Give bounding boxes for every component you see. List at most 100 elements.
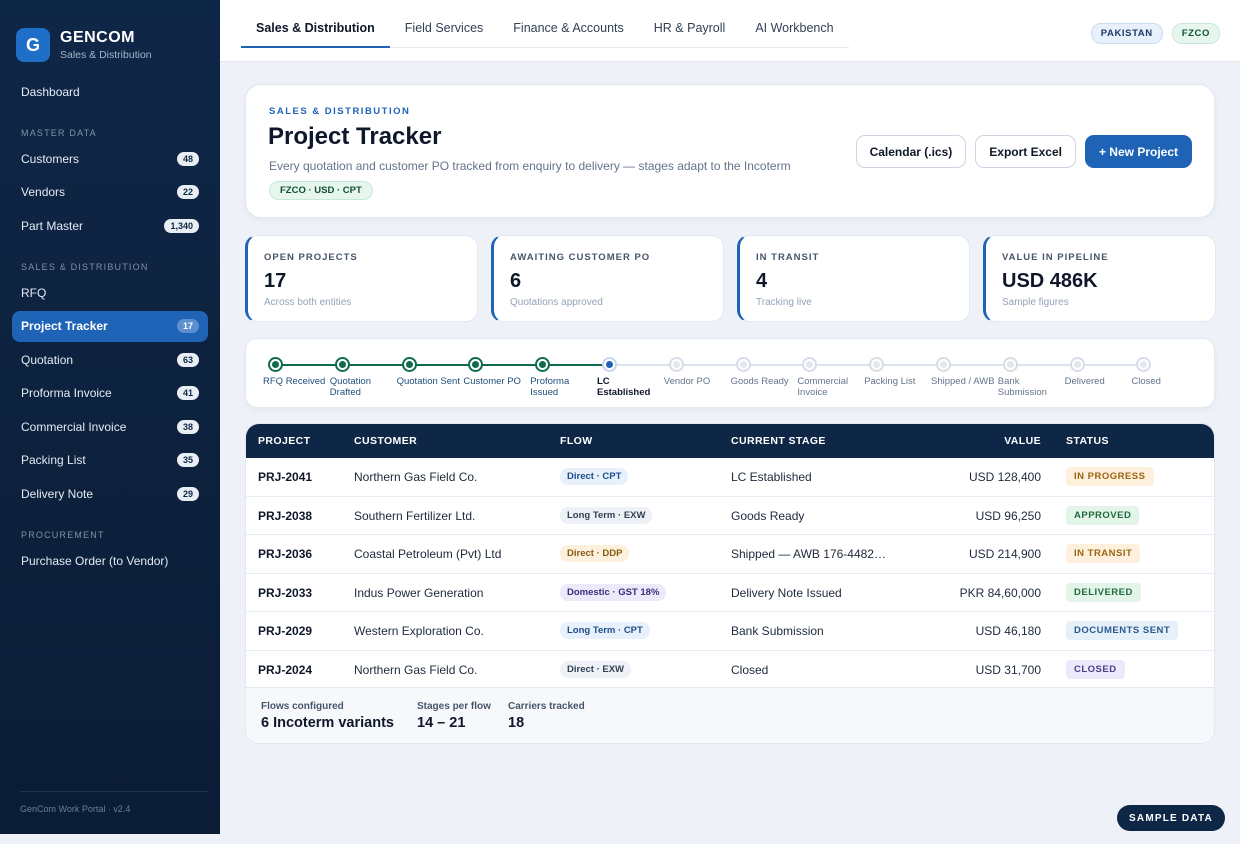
stage-label: Delivered xyxy=(1064,376,1105,387)
kpi-label: VALUE IN PIPELINE xyxy=(1002,252,1109,263)
project-id[interactable]: PRJ-2036 xyxy=(258,547,312,561)
brand-title: GENCOM xyxy=(60,29,135,46)
project-id[interactable]: PRJ-2033 xyxy=(258,586,312,600)
count-badge: 63 xyxy=(176,352,199,367)
kpi-card: VALUE IN PIPELINE USD 486K Sample figures xyxy=(983,235,1216,322)
sidebar-item-dashboard[interactable]: Dashboard xyxy=(12,76,208,107)
sidebar-item-label: RFQ xyxy=(21,285,47,300)
sidebar-section-title: PROCUREMENT xyxy=(21,530,105,540)
table-row[interactable]: PRJ-2038 Southern Fertilizer Ltd. Long Ter… xyxy=(246,497,1214,535)
sidebar-footer: GenCom Work Portal · v2.4 xyxy=(20,791,208,814)
stage-connector xyxy=(481,364,538,366)
project-id[interactable]: PRJ-2029 xyxy=(258,624,312,638)
stage-dot xyxy=(468,357,484,372)
top-bar: Sales & Distribution Field Services Financ… xyxy=(220,0,1240,62)
calendar-button[interactable]: Calendar (.ics) xyxy=(855,135,967,168)
count-badge: 35 xyxy=(176,453,199,467)
status-badge: CLOSED xyxy=(1066,659,1125,679)
stage-dot xyxy=(1136,357,1152,372)
stage-connector xyxy=(281,364,337,366)
stage-label: Customer PO xyxy=(463,376,521,387)
tab-field-services[interactable]: Field Services xyxy=(390,10,499,47)
project-value: USD 31,700 xyxy=(975,662,1041,677)
new-project-button[interactable]: + New Project xyxy=(1084,135,1192,168)
flow-chip: Direct · DDP xyxy=(560,545,630,562)
sidebar-item-part-master[interactable]: Part Master 1,340 xyxy=(12,210,208,241)
projects-table: PROJECT CUSTOMER FLOW CURRENT STAGE VALUE STA… xyxy=(245,423,1215,744)
stage-label: RFQ Received xyxy=(263,376,326,387)
sidebar-item-purchase-order-to-vendor[interactable]: Purchase Order (to Vendor) xyxy=(12,545,208,576)
sidebar-item-customers[interactable]: Customers 48 xyxy=(12,143,208,174)
count-badge: 1,340 xyxy=(164,218,199,233)
flow-chip: Direct · EXW xyxy=(560,660,632,678)
stage-dot xyxy=(535,357,551,372)
sidebar-nav: Dashboard MASTER DATA Customers 48 Vendors 2… xyxy=(12,76,208,579)
summary-item: Carriers tracked 18 xyxy=(508,701,585,731)
sidebar-item-project-tracker[interactable]: Project Tracker 17 xyxy=(12,310,208,342)
column-header-current-stage[interactable]: CURRENT STAGE xyxy=(731,435,826,447)
kpi-value: 6 xyxy=(510,270,522,292)
current-stage: LC Established xyxy=(731,470,812,484)
stage-stepper-card: RFQ Received Quotation Drafted Quotation S… xyxy=(245,338,1215,408)
kpi-label: IN TRANSIT xyxy=(756,252,820,263)
stage-dot xyxy=(735,357,751,372)
column-header-status[interactable]: STATUS xyxy=(1066,435,1109,447)
column-header-flow[interactable]: FLOW xyxy=(560,435,593,447)
region-badge[interactable]: PAKISTAN xyxy=(1090,23,1163,44)
brand[interactable]: G GENCOM Sales & Distribution xyxy=(0,0,220,70)
tab-sales-distribution[interactable]: Sales & Distribution xyxy=(241,10,390,48)
stage-label: Quotation Drafted xyxy=(329,376,371,398)
column-header-value[interactable]: VALUE xyxy=(1004,435,1041,447)
tab-finance-accounts[interactable]: Finance & Accounts xyxy=(498,10,638,47)
sidebar-item-delivery-note[interactable]: Delivery Note 29 xyxy=(12,478,208,509)
column-header-customer[interactable]: CUSTOMER xyxy=(354,435,417,447)
kpi-card: OPEN PROJECTS 17 Across both entities xyxy=(245,235,478,322)
count-badge: 38 xyxy=(176,419,199,434)
project-id[interactable]: PRJ-2041 xyxy=(258,470,312,484)
stage-label: Packing List xyxy=(864,376,916,387)
stage-dot xyxy=(1069,357,1085,372)
module-tabs: Sales & Distribution Field Services Financ… xyxy=(241,10,849,48)
stage-label: Bank Submission xyxy=(997,376,1047,398)
export-excel-button[interactable]: Export Excel xyxy=(975,135,1076,168)
sidebar-item-quotation[interactable]: Quotation 63 xyxy=(12,344,208,375)
sidebar-item-vendors[interactable]: Vendors 22 xyxy=(12,177,208,208)
column-header-project[interactable]: PROJECT xyxy=(258,435,310,447)
customer-name: Indus Power Generation xyxy=(354,585,484,600)
table-row[interactable]: PRJ-2024 Northern Gas Field Co. Direct · E… xyxy=(246,651,1214,689)
table-row[interactable]: PRJ-2041 Northern Gas Field Co. Direct · C… xyxy=(246,458,1214,497)
sidebar-item-packing-list[interactable]: Packing List 35 xyxy=(12,445,208,476)
stage-dot xyxy=(668,357,684,372)
summary-value: 6 Incoterm variants xyxy=(261,715,394,731)
table-row[interactable]: PRJ-2029 Western Exploration Co. Long Term… xyxy=(246,612,1214,651)
project-id[interactable]: PRJ-2024 xyxy=(258,663,312,677)
tab-hr-payroll[interactable]: HR & Payroll xyxy=(639,10,741,47)
stage-dot xyxy=(802,357,818,372)
summary-item: Flows configured 6 Incoterm variants xyxy=(261,701,394,731)
sidebar-item-rfq[interactable]: RFQ xyxy=(12,277,208,308)
sidebar-item-label: Proforma Invoice xyxy=(21,386,112,400)
summary-value: 18 xyxy=(508,715,525,731)
table-row[interactable]: PRJ-2036 Coastal Petroleum (Pvt) Ltd Direc… xyxy=(246,535,1214,574)
customer-name: Southern Fertilizer Ltd. xyxy=(354,508,476,523)
sidebar-item-label: Part Master xyxy=(21,218,84,233)
tab-ai-workbench[interactable]: AI Workbench xyxy=(740,10,848,47)
stage-connector xyxy=(1082,364,1139,366)
sidebar-item-commercial-invoice[interactable]: Commercial Invoice 38 xyxy=(12,411,208,442)
summary-value: 14 – 21 xyxy=(417,715,466,731)
stage-connector xyxy=(347,364,404,366)
sample-data-button[interactable]: SAMPLE DATA xyxy=(1117,805,1225,831)
stage-label: Goods Ready xyxy=(730,376,789,387)
entity-badge[interactable]: FZCO xyxy=(1171,23,1220,44)
table-summary: Flows configured 6 Incoterm variants Stage… xyxy=(246,687,1214,743)
project-id[interactable]: PRJ-2038 xyxy=(258,509,312,523)
stage-label: Shipped / AWB xyxy=(931,376,995,387)
stage-dot xyxy=(602,357,617,372)
sidebar-item-proforma-invoice[interactable]: Proforma Invoice 41 xyxy=(12,378,208,409)
table-row[interactable]: PRJ-2033 Indus Power Generation Domestic ·… xyxy=(246,574,1214,612)
sidebar-item-label: Packing List xyxy=(21,453,86,467)
context-tag: FZCO · USD · CPT xyxy=(269,181,373,200)
current-stage: Goods Ready xyxy=(731,508,805,523)
stage-dot xyxy=(1002,357,1018,372)
sidebar-item-label: Customers xyxy=(21,151,80,166)
